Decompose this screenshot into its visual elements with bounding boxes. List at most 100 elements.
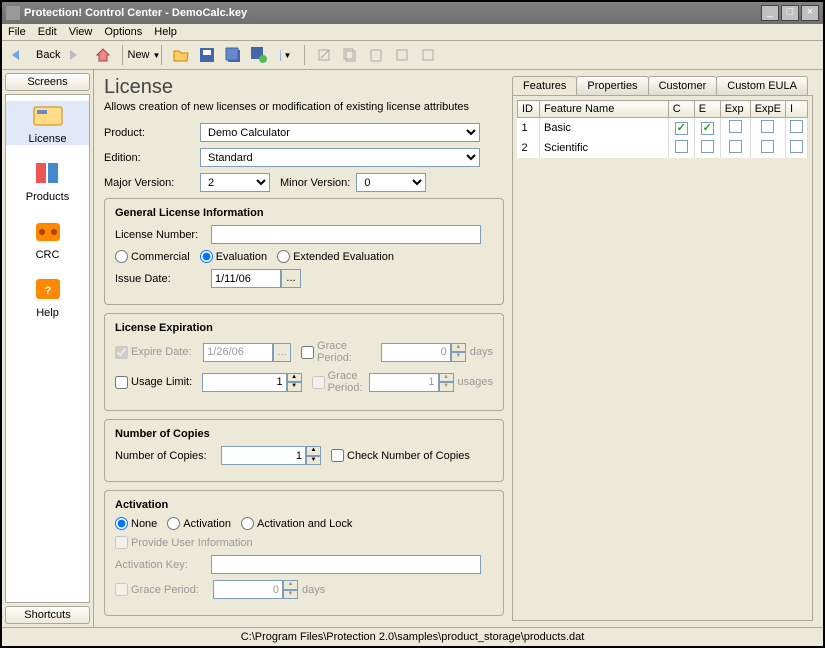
product-label: Product: [104, 127, 200, 139]
save-icon[interactable] [196, 44, 218, 66]
check-copies[interactable] [331, 449, 344, 462]
misc2-icon[interactable] [417, 44, 439, 66]
svg-text:?: ? [44, 285, 51, 297]
sidebar-label-help: Help [6, 307, 89, 319]
issue-date-input[interactable] [211, 269, 281, 288]
minimize-button[interactable]: _ [761, 5, 779, 21]
activation: Activation None Activation Activation an… [104, 490, 504, 616]
sidebar-items: License Products CRC ? Help [5, 94, 90, 603]
activation-radio[interactable] [167, 517, 180, 530]
issue-date-picker[interactable]: ... [281, 269, 301, 288]
menu-help[interactable]: Help [154, 26, 177, 38]
edit-icon[interactable] [313, 44, 335, 66]
checkbox-icon[interactable]: ✓ [675, 122, 688, 135]
new-button[interactable]: New▼ [131, 44, 153, 66]
checkbox-icon[interactable] [790, 120, 803, 133]
tab-customer[interactable]: Customer [648, 76, 718, 95]
gli-title: General License Information [115, 207, 493, 219]
sidebar: Screens License Products CRC ? Help [2, 70, 94, 627]
general-license-info: General License Information License Numb… [104, 198, 504, 305]
usage-limit-check[interactable] [115, 376, 128, 389]
grace-check[interactable] [301, 346, 314, 359]
copy-icon[interactable] [339, 44, 361, 66]
main: License Allows creation of new licenses … [94, 70, 823, 627]
help-icon: ? [30, 275, 66, 305]
extended-eval-radio[interactable] [277, 250, 290, 263]
issue-date-label: Issue Date: [115, 273, 211, 285]
sidebar-tab-screens[interactable]: Screens [5, 73, 90, 91]
window-title: Protection! Control Center - DemoCalc.ke… [24, 7, 761, 19]
sidebar-item-help[interactable]: ? Help [6, 275, 89, 319]
table-row[interactable]: 1Basic✓✓ [518, 118, 808, 139]
minor-version-select[interactable]: 0 [356, 173, 426, 192]
checkbox-icon[interactable] [790, 140, 803, 153]
menu-view[interactable]: View [69, 26, 93, 38]
expire-date-check [115, 346, 128, 359]
tab-body: ID Feature Name C E Exp ExpE I 1Basic✓✓2… [512, 95, 813, 621]
grace-usages-input [369, 373, 439, 392]
menu-file[interactable]: File [8, 26, 26, 38]
page-heading: License [104, 76, 504, 99]
sidebar-label-license: License [6, 133, 89, 145]
act-grace-check [115, 583, 128, 596]
back-button[interactable]: Back [36, 49, 60, 61]
major-version-select[interactable]: 2 [200, 173, 270, 192]
titlebar: Protection! Control Center - DemoCalc.ke… [2, 2, 823, 24]
tab-features[interactable]: Features [512, 76, 577, 95]
save-as-icon[interactable] [248, 44, 270, 66]
copies-input[interactable] [221, 446, 306, 465]
grace-days-input[interactable] [381, 343, 451, 362]
sidebar-item-crc[interactable]: CRC [6, 217, 89, 261]
sidebar-item-products[interactable]: Products [6, 159, 89, 203]
window: Protection! Control Center - DemoCalc.ke… [0, 0, 825, 648]
evaluation-radio[interactable] [200, 250, 213, 263]
activation-key-input [211, 555, 481, 574]
product-select[interactable]: Demo Calculator [200, 123, 480, 142]
expire-date-picker[interactable]: ... [273, 343, 291, 362]
commercial-radio[interactable] [115, 250, 128, 263]
usage-limit-input[interactable] [202, 373, 287, 392]
provide-user-info-check [115, 536, 128, 549]
tab-properties[interactable]: Properties [576, 76, 648, 95]
close-button[interactable]: × [801, 5, 819, 21]
act-title: Activation [115, 499, 493, 511]
forward-arrow-icon[interactable] [66, 44, 88, 66]
checkbox-icon[interactable] [729, 120, 742, 133]
license-expiration: License Expiration Expire Date: ... Grac… [104, 313, 504, 411]
expire-date-input[interactable] [203, 343, 273, 362]
checkbox-icon[interactable] [729, 140, 742, 153]
maximize-button[interactable]: □ [781, 5, 799, 21]
paste-icon[interactable] [365, 44, 387, 66]
db-icon[interactable]: ▼ [274, 44, 296, 66]
table-row[interactable]: 2Scientific [518, 138, 808, 158]
back-arrow-icon[interactable] [8, 44, 30, 66]
statusbar: C:\Program Files\Protection 2.0\samples\… [2, 627, 823, 646]
home-icon[interactable] [92, 44, 114, 66]
copies-title: Number of Copies [115, 428, 493, 440]
save-all-icon[interactable] [222, 44, 244, 66]
act-grace-input [213, 580, 283, 599]
sidebar-item-license[interactable]: License [6, 101, 89, 145]
page-subtitle: Allows creation of new licenses or modif… [104, 101, 504, 113]
features-table: ID Feature Name C E Exp ExpE I 1Basic✓✓2… [517, 100, 808, 158]
tab-custom-eula[interactable]: Custom EULA [716, 76, 808, 95]
checkbox-icon[interactable] [761, 120, 774, 133]
checkbox-icon[interactable]: ✓ [701, 122, 714, 135]
menu-options[interactable]: Options [104, 26, 142, 38]
sidebar-tab-shortcuts[interactable]: Shortcuts [5, 606, 90, 624]
left-pane: License Allows creation of new licenses … [104, 76, 504, 621]
checkbox-icon[interactable] [761, 140, 774, 153]
number-of-copies: Number of Copies Number of Copies: ▲▼ Ch… [104, 419, 504, 482]
open-icon[interactable] [170, 44, 192, 66]
activation-none-radio[interactable] [115, 517, 128, 530]
checkbox-icon[interactable] [675, 140, 688, 153]
sidebar-label-products: Products [6, 191, 89, 203]
license-number-input[interactable] [211, 225, 481, 244]
misc1-icon[interactable] [391, 44, 413, 66]
crc-icon [30, 217, 66, 247]
toolbar: Back New▼ ▼ [2, 41, 823, 70]
activation-lock-radio[interactable] [241, 517, 254, 530]
edition-select[interactable]: Standard [200, 148, 480, 167]
menu-edit[interactable]: Edit [38, 26, 57, 38]
checkbox-icon[interactable] [701, 140, 714, 153]
